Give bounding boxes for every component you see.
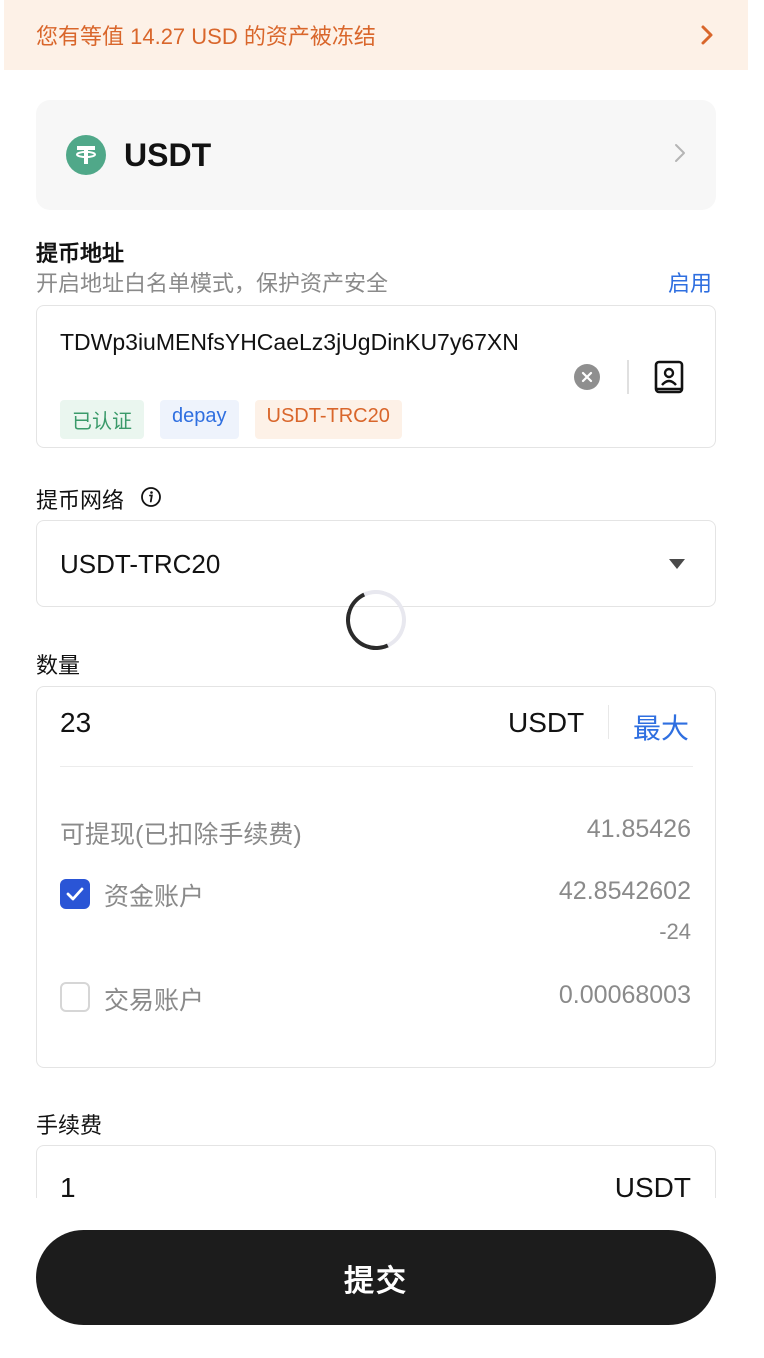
submit-button[interactable]: 提交 — [36, 1230, 716, 1325]
coin-selector[interactable]: USDT — [36, 100, 716, 210]
clear-icon[interactable] — [574, 364, 600, 390]
trading-account-checkbox[interactable] — [60, 982, 90, 1012]
chevron-right-icon — [674, 142, 686, 169]
verified-tag: 已认证 — [60, 400, 144, 439]
address-field[interactable]: TDWp3iuMENfsYHCaeLz3jUgDinKU7y67XN 已认证 d… — [36, 305, 716, 448]
info-icon[interactable] — [140, 486, 162, 513]
address-book-icon[interactable] — [653, 360, 685, 394]
network-value: USDT-TRC20 — [60, 549, 221, 579]
frozen-assets-banner[interactable]: 您有等值 14.27 USD 的资产被冻结 — [4, 0, 748, 70]
address-label-tag: depay — [160, 400, 239, 439]
trading-account-label[interactable]: 交易账户 — [104, 981, 204, 1017]
enable-whitelist-link[interactable]: 启用 — [668, 266, 712, 298]
quantity-card: 23 USDT 最大 可提现(已扣除手续费) 41.85426 资金账户 42.… — [36, 686, 716, 1068]
divider — [627, 360, 629, 394]
dropdown-arrow-icon — [669, 559, 685, 569]
coin-name: USDT — [124, 136, 212, 173]
available-value: 41.85426 — [586, 815, 691, 843]
funding-account-label[interactable]: 资金账户 — [104, 877, 204, 913]
network-tag: USDT-TRC20 — [254, 400, 402, 439]
funding-account-checkbox[interactable] — [60, 879, 90, 909]
available-label: 可提现(已扣除手续费) — [60, 821, 302, 849]
chevron-right-icon — [696, 24, 718, 46]
quantity-input[interactable]: 23 — [60, 707, 91, 739]
tether-logo-icon — [66, 135, 106, 175]
quantity-unit: USDT — [508, 707, 585, 738]
trading-account-value: 0.00068003 — [558, 981, 691, 1009]
fee-label: 手续费 — [36, 1113, 103, 1138]
address-input[interactable]: TDWp3iuMENfsYHCaeLz3jUgDinKU7y67XN — [60, 328, 520, 356]
funding-account-value-suffix: -24 — [659, 919, 691, 944]
divider — [60, 766, 693, 767]
address-label: 提币地址 — [36, 241, 125, 266]
max-button[interactable]: 最大 — [633, 707, 689, 747]
quantity-label: 数量 — [36, 653, 81, 678]
network-label: 提币网络 — [36, 488, 125, 513]
frozen-assets-text: 您有等值 14.27 USD 的资产被冻结 — [36, 24, 376, 49]
whitelist-hint: 开启地址白名单模式，保护资产安全 — [36, 271, 389, 296]
divider — [608, 705, 609, 739]
funding-account-value: 42.8542602 — [558, 877, 691, 905]
